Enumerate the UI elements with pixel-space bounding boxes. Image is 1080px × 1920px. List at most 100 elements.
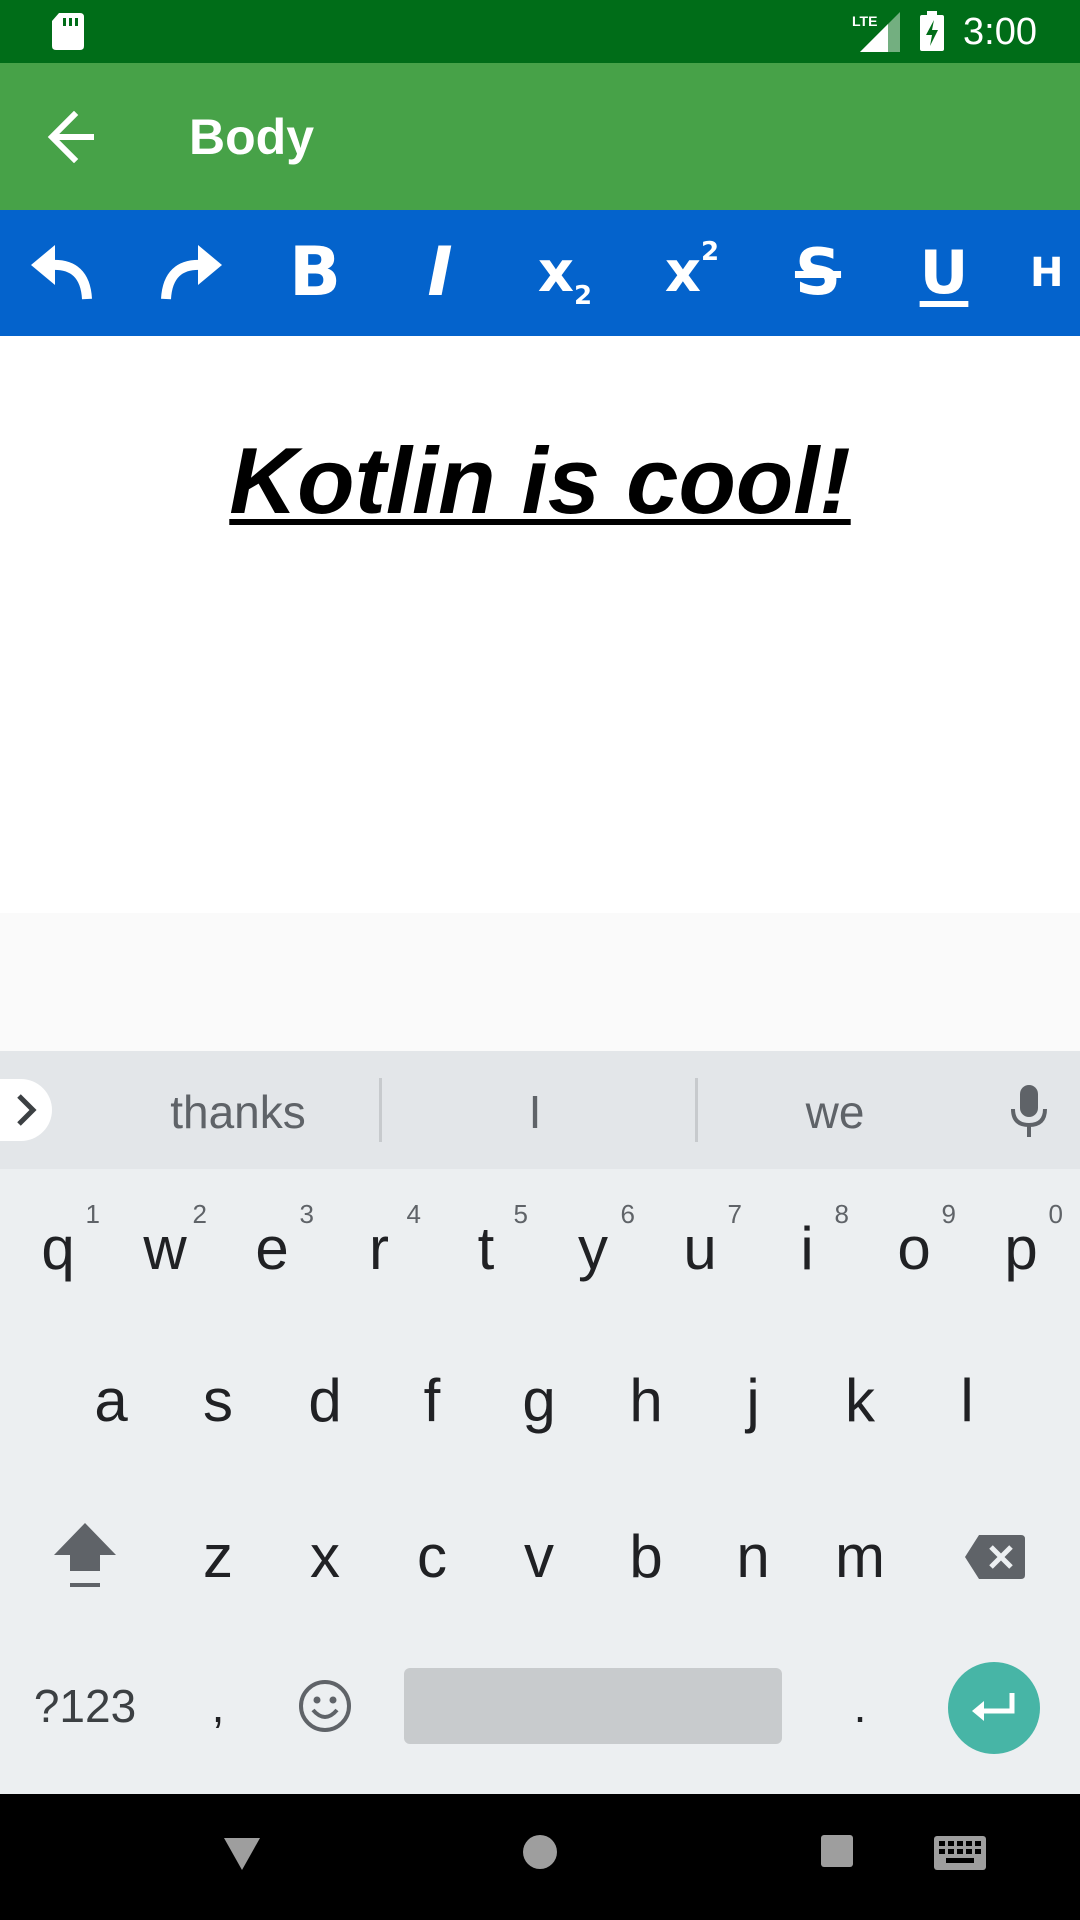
chevron-right-icon [17, 1094, 37, 1126]
key-label: h [629, 1367, 663, 1434]
key-label: e [255, 1215, 289, 1282]
key-label: p [1004, 1215, 1038, 1282]
key-label: l [960, 1367, 974, 1434]
period-key[interactable]: . [808, 1647, 912, 1765]
key-n[interactable]: n [701, 1497, 805, 1617]
home-circle-icon[interactable] [522, 1834, 558, 1870]
superscript-icon: x 2 [664, 239, 719, 305]
suggestion-3[interactable]: we [715, 1085, 955, 1139]
soft-keyboard: thanks I we q1 w2 e3 r4 t5 y6 u7 i8 o9 p… [0, 1051, 1080, 1794]
recents-square-icon[interactable] [821, 1835, 853, 1867]
suggestion-1[interactable]: thanks [118, 1085, 358, 1139]
key-c[interactable]: c [380, 1497, 484, 1617]
suggestion-strip: thanks I we [0, 1051, 1080, 1169]
back-triangle-icon[interactable] [222, 1836, 262, 1872]
key-hint: 0 [1048, 1199, 1063, 1229]
page-title: Body [189, 109, 314, 165]
key-label: d [308, 1367, 342, 1434]
microphone-icon[interactable] [1010, 1085, 1048, 1137]
key-i[interactable]: i8 [755, 1189, 859, 1309]
key-label: u [683, 1215, 717, 1282]
network-type-label: LTE [852, 13, 877, 29]
backspace-icon [965, 1535, 1025, 1579]
key-hint: 5 [513, 1199, 528, 1229]
key-label: z [203, 1523, 233, 1590]
comma-key[interactable]: , [166, 1647, 270, 1765]
suggestion-2[interactable]: I [415, 1085, 655, 1139]
key-label: . [853, 1680, 867, 1732]
italic-button[interactable]: I [390, 228, 490, 318]
key-label: i [800, 1215, 814, 1282]
key-s[interactable]: s [166, 1341, 270, 1461]
sd-card-icon [52, 13, 84, 50]
key-w[interactable]: w2 [113, 1189, 217, 1309]
editor-text: Kotlin is cool! [229, 428, 851, 533]
undo-button[interactable] [13, 228, 113, 318]
key-b[interactable]: b [594, 1497, 698, 1617]
key-t[interactable]: t5 [434, 1189, 538, 1309]
key-x[interactable]: x [273, 1497, 377, 1617]
key-label: a [94, 1367, 128, 1434]
key-u[interactable]: u7 [648, 1189, 752, 1309]
key-f[interactable]: f [380, 1341, 484, 1461]
back-arrow-icon[interactable] [44, 111, 102, 163]
key-q[interactable]: q1 [6, 1189, 110, 1309]
battery-charging-icon [920, 11, 944, 51]
emoji-key[interactable] [273, 1647, 377, 1765]
superscript-label: x [664, 240, 702, 305]
underline-icon: U [919, 238, 969, 308]
key-label: j [746, 1367, 760, 1434]
key-h[interactable]: h [594, 1341, 698, 1461]
key-r[interactable]: r4 [327, 1189, 431, 1309]
key-y[interactable]: y6 [541, 1189, 645, 1309]
key-z[interactable]: z [166, 1497, 270, 1617]
heading-button[interactable]: H [1030, 228, 1080, 318]
key-a[interactable]: a [59, 1341, 163, 1461]
key-e[interactable]: e3 [220, 1189, 324, 1309]
shift-arrow-icon [54, 1523, 116, 1587]
bold-button[interactable]: B [265, 228, 365, 318]
key-m[interactable]: m [808, 1497, 912, 1617]
keyboard-switch-icon[interactable] [934, 1836, 986, 1870]
underline-button[interactable]: U [894, 228, 994, 318]
lte-signal-icon: LTE [852, 12, 900, 52]
rich-text-editor[interactable]: Kotlin is cool! [0, 336, 1080, 913]
key-o[interactable]: o9 [862, 1189, 966, 1309]
redo-icon [161, 245, 222, 300]
backspace-key[interactable] [935, 1497, 1055, 1617]
key-hint: 7 [727, 1199, 742, 1229]
key-v[interactable]: v [487, 1497, 591, 1617]
key-k[interactable]: k [808, 1341, 912, 1461]
subscript-button[interactable]: x 2 [515, 228, 615, 318]
key-g[interactable]: g [487, 1341, 591, 1461]
key-label: c [417, 1523, 447, 1590]
symbols-key[interactable]: ?123 [20, 1647, 150, 1765]
key-label: w [143, 1215, 187, 1282]
key-label: t [477, 1215, 495, 1282]
redo-button[interactable] [140, 228, 240, 318]
key-label: , [211, 1680, 225, 1732]
superscript-button[interactable]: x 2 [642, 228, 742, 318]
italic-icon: I [427, 233, 453, 312]
bold-icon: B [289, 233, 341, 312]
key-l[interactable]: l [915, 1341, 1019, 1461]
key-hint: 1 [85, 1199, 100, 1229]
enter-key[interactable] [948, 1662, 1040, 1754]
key-hint: 6 [620, 1199, 635, 1229]
shift-key[interactable] [20, 1497, 150, 1617]
subscript-label: x [537, 240, 575, 305]
key-hint: 9 [941, 1199, 956, 1229]
key-j[interactable]: j [701, 1341, 805, 1461]
key-label: m [835, 1523, 885, 1590]
key-label: v [524, 1523, 554, 1590]
key-p[interactable]: p0 [969, 1189, 1073, 1309]
key-d[interactable]: d [273, 1341, 377, 1461]
strikethrough-button[interactable]: S [768, 228, 868, 318]
spacebar-key[interactable] [404, 1668, 782, 1744]
expand-toolbar-button[interactable] [0, 1079, 52, 1141]
subscript-digit: 2 [574, 281, 593, 311]
undo-icon [31, 245, 92, 300]
status-bar: LTE 3:00 [0, 0, 1080, 63]
formatting-toolbar: B I x 2 x 2 S U H [0, 210, 1080, 336]
key-hint: 8 [834, 1199, 849, 1229]
